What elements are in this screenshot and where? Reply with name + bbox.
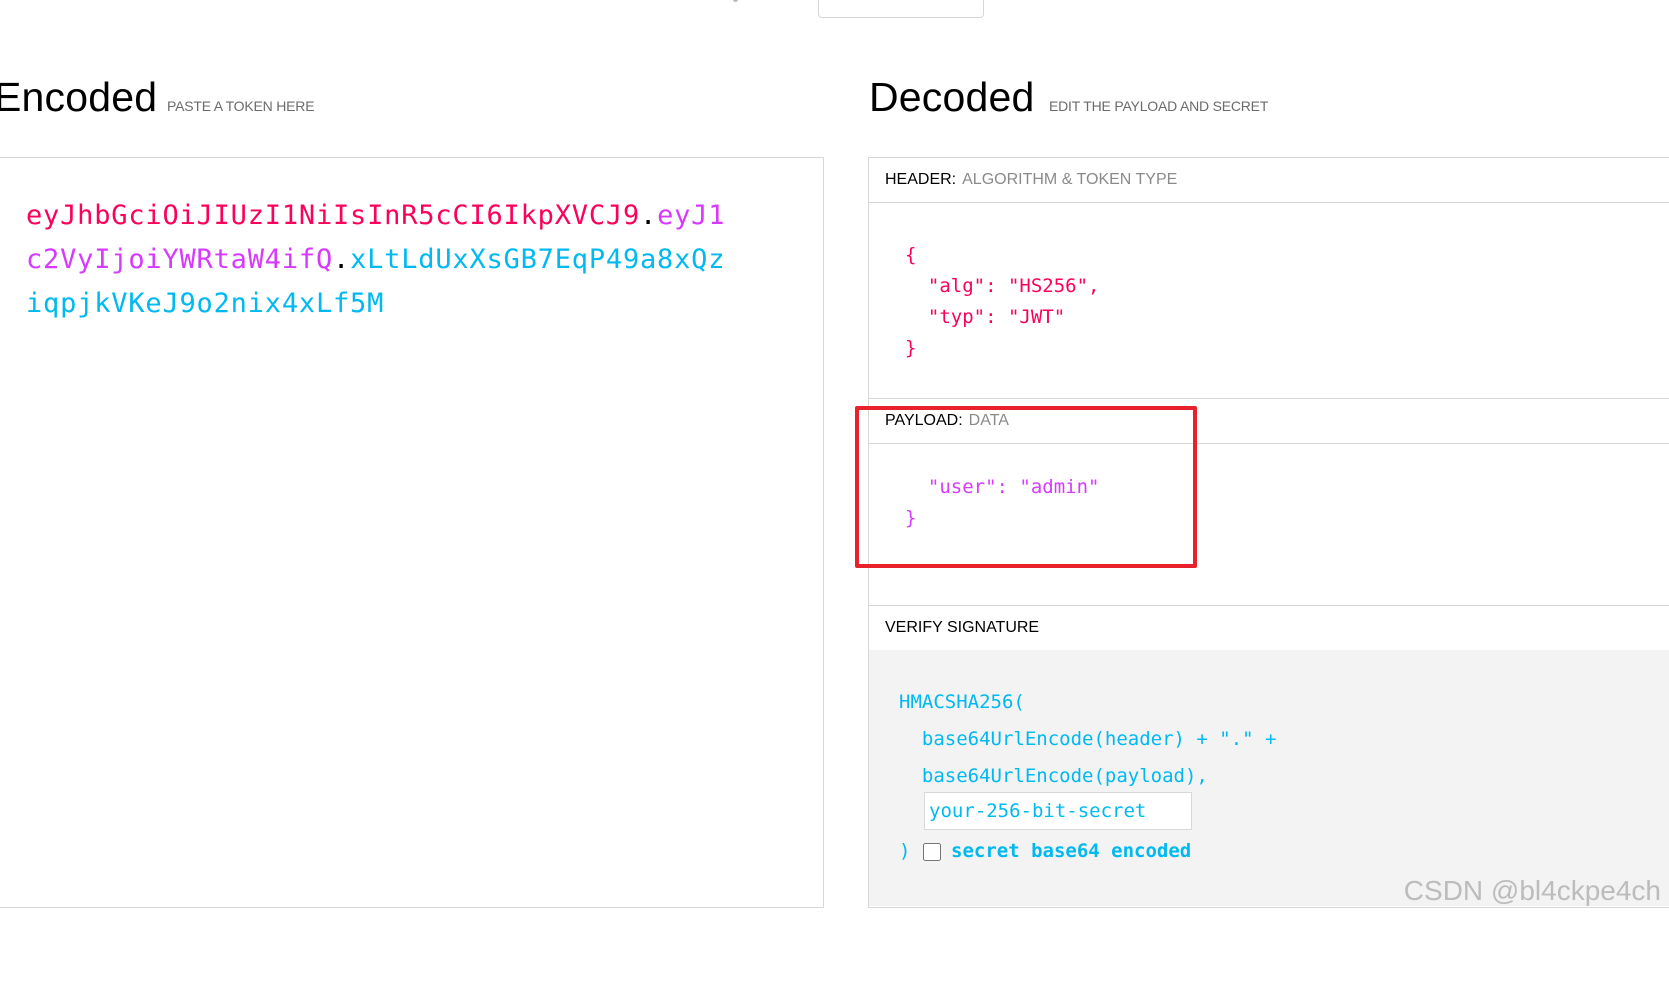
header-section-heading: HEADER: ALGORITHM & TOKEN TYPE xyxy=(869,158,1669,203)
top-indicator-dot xyxy=(733,0,738,2)
encoded-subtitle: PASTE A TOKEN HERE xyxy=(167,98,315,114)
token-header-part: eyJhbGciOiJIUzI1NiIsInR5cCI6IkpXVCJ9 xyxy=(26,200,640,231)
token-separator: . xyxy=(333,244,351,275)
encoded-token-text[interactable]: eyJhbGciOiJIUzI1NiIsInR5cCI6IkpXVCJ9.eyJ… xyxy=(26,194,726,326)
secret-input[interactable] xyxy=(924,792,1192,830)
jwt-debugger-page: Encoded PASTE A TOKEN HERE Decoded EDIT … xyxy=(0,0,1669,981)
verify-label: VERIFY SIGNATURE xyxy=(885,619,1040,636)
secret-base64-label[interactable]: secret base64 encoded xyxy=(951,840,1191,862)
token-separator: . xyxy=(640,200,658,231)
decoded-title: Decoded xyxy=(869,74,1035,120)
top-tab-control[interactable] xyxy=(818,0,984,18)
verify-signature-body: HMACSHA256( base64UrlEncode(header) + ".… xyxy=(869,650,1669,906)
decoded-subtitle: EDIT THE PAYLOAD AND SECRET xyxy=(1049,98,1269,114)
hmac-formula: HMACSHA256( base64UrlEncode(header) + ".… xyxy=(899,691,1277,787)
secret-base64-checkbox[interactable] xyxy=(923,843,941,861)
verify-section-heading: VERIFY SIGNATURE xyxy=(869,605,1669,651)
red-annotation-box xyxy=(855,406,1197,568)
header-label: HEADER: xyxy=(885,171,957,188)
close-paren: ) xyxy=(899,840,911,862)
watermark: CSDN @bl4ckpe4ch xyxy=(1403,875,1661,906)
encoded-title: Encoded xyxy=(0,74,158,120)
header-sublabel: ALGORITHM & TOKEN TYPE xyxy=(962,171,1178,188)
header-json-editor[interactable]: { "alg": "HS256", "typ": "JWT" } xyxy=(905,240,1099,364)
